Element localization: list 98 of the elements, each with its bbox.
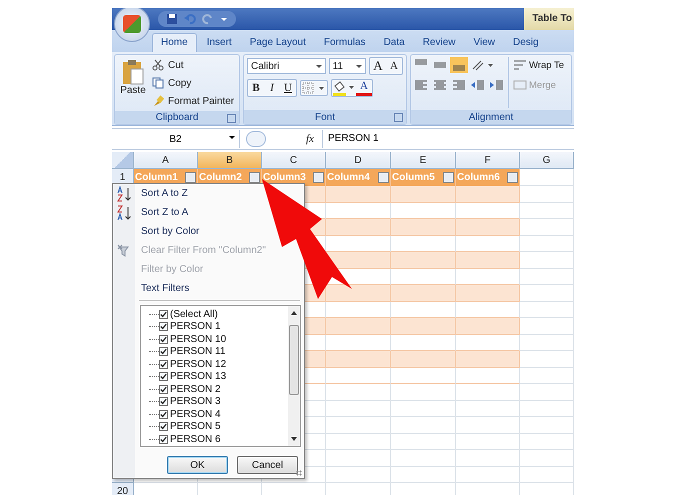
group-label: Alignment [468, 112, 514, 122]
copy-icon [152, 77, 164, 89]
checkbox[interactable] [159, 410, 168, 419]
checklist-item[interactable]: PERSON 1 [149, 320, 288, 333]
checkbox[interactable] [159, 422, 168, 432]
grow-font-button[interactable]: A [370, 58, 386, 74]
caret-icon [229, 136, 235, 139]
ribbon-tab[interactable]: Data [376, 34, 413, 52]
checkbox[interactable] [159, 347, 168, 356]
customize-caret-icon[interactable] [220, 15, 228, 23]
menu-item[interactable]: Sort Z to A [113, 203, 188, 222]
scroll-thumb[interactable] [289, 325, 299, 395]
checklist-item[interactable]: PERSON 13 [149, 370, 288, 383]
checklist-item[interactable]: PERSON 3 [149, 396, 288, 408]
borders-icon[interactable] [301, 81, 327, 95]
merge-command: Merge [513, 77, 564, 93]
checklist-item[interactable]: PERSON 2 [149, 383, 288, 396]
wrap-text-button[interactable]: Wrap Te [513, 57, 564, 73]
table-header-cell: Column6 [456, 169, 520, 186]
checklist-item[interactable]: PERSON 10 [149, 333, 288, 346]
menu-item[interactable]: Sort by Color [113, 222, 200, 241]
scrollbar[interactable] [288, 306, 300, 446]
checkbox[interactable] [159, 372, 168, 382]
merge-cells-icon [513, 79, 527, 91]
ribbon-tab[interactable]: Formulas [316, 34, 374, 52]
checkbox[interactable] [159, 360, 168, 369]
column-header[interactable]: B [198, 152, 262, 169]
wrap-text-icon [513, 59, 527, 71]
filter-dropdown-button[interactable] [313, 172, 324, 183]
ok-button[interactable]: OK [167, 456, 228, 474]
ribbon-tab[interactable]: View [465, 34, 503, 52]
paintbrush-icon [152, 95, 164, 107]
resize-grip-icon[interactable] [296, 470, 302, 476]
office-logo-icon[interactable] [114, 8, 150, 42]
scroll-down-icon[interactable] [290, 435, 298, 443]
format-painter-button[interactable]: Format Painter [152, 93, 234, 109]
scissors-icon [152, 59, 164, 71]
ribbon-tab[interactable]: Review [414, 34, 464, 52]
cancel-button[interactable]: Cancel [237, 456, 298, 474]
table-header-cell: Column4 [326, 169, 391, 186]
caret-icon [316, 65, 322, 68]
checkbox[interactable] [159, 310, 168, 319]
menu-item[interactable]: Text Filters [113, 279, 190, 298]
sort-ascending-icon [116, 186, 132, 202]
checklist-item[interactable]: PERSON 4 [149, 408, 288, 420]
ribbon-tab[interactable]: Home [152, 33, 197, 52]
sort-descending-icon [116, 204, 132, 220]
save-icon[interactable] [166, 13, 178, 25]
column-header[interactable]: C [262, 152, 326, 169]
checklist-item[interactable]: PERSON 6 [149, 433, 288, 446]
filter-dropdown-button[interactable] [185, 172, 196, 183]
caret-icon [356, 65, 362, 68]
bold-button[interactable]: B [248, 80, 264, 96]
group-label: Font [314, 112, 335, 122]
font-name-dropdown[interactable]: Calibri [247, 58, 326, 74]
checklist-item[interactable]: PERSON 5 [149, 420, 288, 433]
name-box[interactable]: B2 [112, 130, 240, 148]
filter-dropdown-button[interactable] [507, 172, 518, 183]
menu-item[interactable]: Sort A to Z [113, 184, 188, 203]
fill-color-icon[interactable] [332, 80, 356, 96]
checkbox[interactable] [159, 334, 168, 344]
table-cell [520, 169, 574, 186]
checklist-item[interactable]: PERSON 12 [149, 358, 288, 370]
formula-input[interactable]: PERSON 1 [322, 130, 574, 148]
column-header[interactable]: E [391, 152, 456, 169]
cut-button[interactable]: Cut [152, 57, 234, 73]
group-label: Clipboard [156, 112, 198, 123]
row-header[interactable]: 20 [112, 483, 134, 495]
contextual-tab-title: Table To [524, 8, 574, 30]
filter-dropdown-button[interactable] [443, 172, 454, 183]
clipboard-icon [122, 59, 144, 85]
checkbox[interactable] [159, 384, 168, 394]
column-header[interactable]: D [326, 152, 391, 169]
filter-dropdown-button[interactable] [249, 172, 260, 183]
align-bottom-icon[interactable] [450, 57, 468, 73]
function-label[interactable]: fx [306, 133, 322, 145]
italic-button[interactable]: I [264, 80, 280, 96]
column-header[interactable]: A [134, 152, 198, 169]
shrink-font-button[interactable]: A [386, 58, 402, 74]
ribbon-tab[interactable]: Desig [504, 34, 547, 52]
checklist-item[interactable]: (Select All) [149, 308, 288, 320]
copy-button[interactable]: Copy [152, 75, 234, 91]
checkbox[interactable] [159, 434, 168, 444]
redo-icon [202, 13, 214, 25]
underline-button[interactable]: U [280, 80, 296, 96]
checkbox[interactable] [159, 322, 168, 332]
column-header[interactable]: F [456, 152, 520, 169]
checklist-item[interactable]: PERSON 11 [149, 346, 288, 358]
ribbon-tab[interactable]: Insert [198, 34, 240, 52]
funnel-cross-icon [117, 244, 131, 258]
paste-button[interactable]: Paste [118, 57, 148, 109]
table-header-cell: Column5 [391, 169, 456, 186]
splitter-handle[interactable] [246, 131, 266, 147]
font-size-dropdown[interactable]: 11 [328, 58, 366, 74]
column-header[interactable]: G [520, 152, 574, 169]
filter-dropdown-button[interactable] [378, 172, 389, 183]
ribbon-tab[interactable]: Page Layout [242, 34, 314, 52]
checkbox[interactable] [159, 397, 168, 406]
